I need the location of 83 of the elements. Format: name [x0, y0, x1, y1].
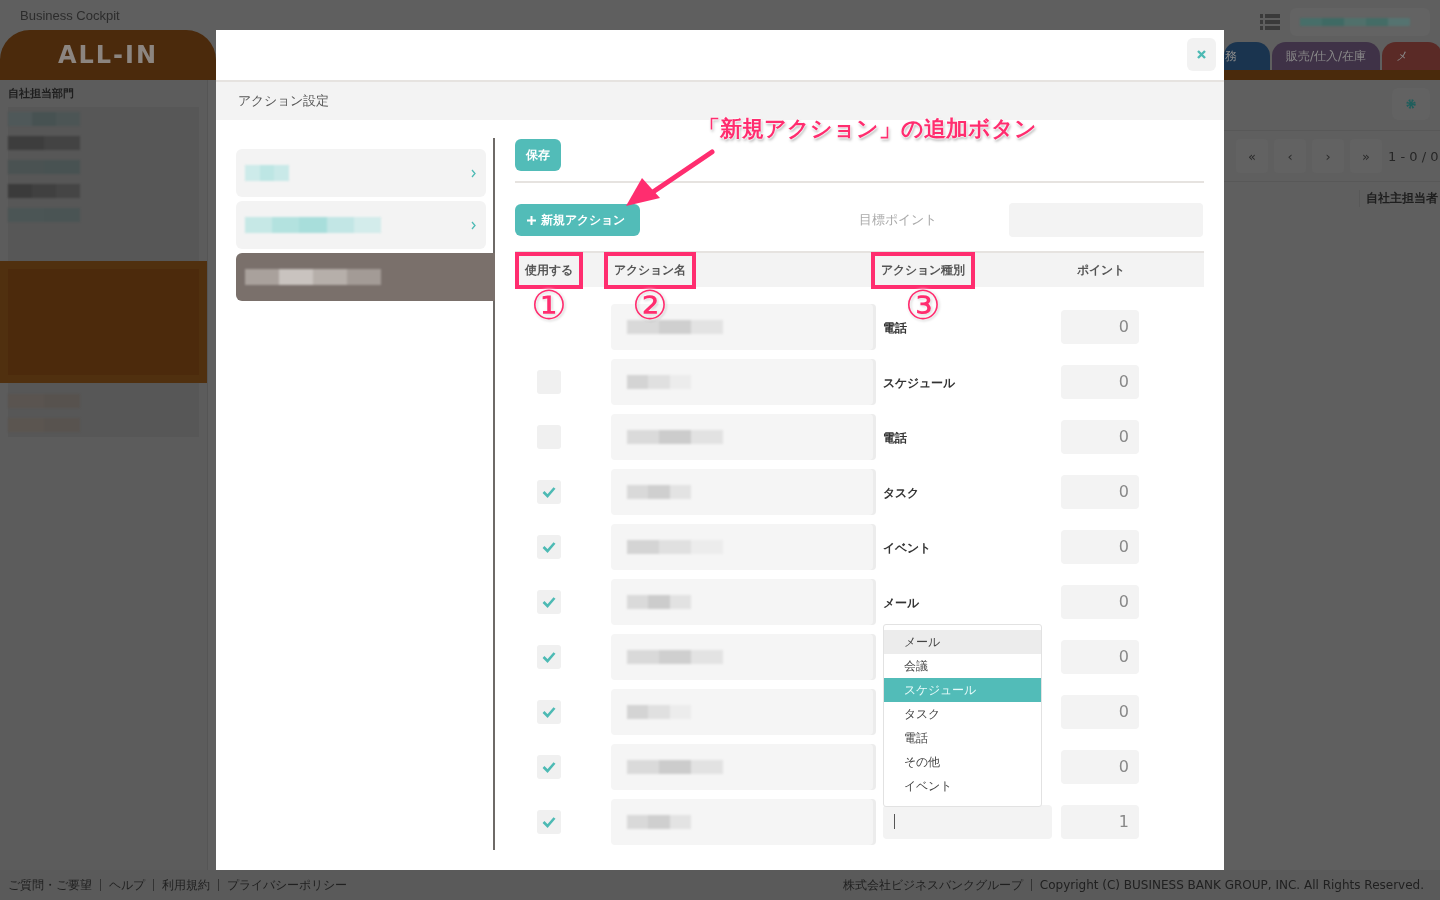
check-icon	[542, 540, 556, 553]
points-field[interactable]: 1	[1061, 804, 1139, 839]
dropdown-option[interactable]: タスク	[884, 702, 1041, 726]
name-field[interactable]	[611, 523, 873, 570]
checkbox[interactable]	[537, 534, 561, 559]
points-field[interactable]: 0	[1061, 309, 1139, 344]
name-field[interactable]	[611, 633, 873, 680]
dropdown-option[interactable]: イベント	[884, 774, 1041, 798]
blurred-text	[8, 184, 80, 198]
check-icon	[542, 650, 556, 663]
settings-icon	[1405, 98, 1417, 110]
check-icon	[542, 595, 556, 608]
dropdown-option[interactable]: スケジュール	[884, 678, 1041, 702]
checkbox[interactable]	[537, 754, 561, 779]
check-icon	[542, 485, 556, 498]
app-tab[interactable]: 販売/仕入/在庫	[1272, 42, 1381, 70]
action-type: タスク	[883, 485, 919, 500]
app-tab[interactable]: 務	[1224, 42, 1270, 70]
target-label: 目標ポイント	[859, 211, 938, 229]
blurred-text	[627, 374, 691, 389]
category-item[interactable]	[236, 253, 495, 301]
column-header: 自社主担当者	[1359, 190, 1438, 207]
blurred-text	[627, 484, 691, 499]
dropdown-option[interactable]: その他	[884, 750, 1041, 774]
action-type: 電話	[883, 430, 907, 445]
dropdown-option[interactable]: 会議	[884, 654, 1041, 678]
action-type: 電話	[883, 320, 907, 335]
page-range: 1 - 0 / 0	[1388, 148, 1439, 164]
check-icon	[542, 760, 556, 773]
blurred-text	[8, 136, 80, 150]
name-field[interactable]	[611, 468, 873, 515]
category-item[interactable]	[236, 149, 486, 197]
column-header: 使用する	[515, 251, 583, 289]
blurred-text	[245, 165, 289, 181]
sidebar-item[interactable]	[0, 261, 207, 383]
category-item[interactable]	[236, 201, 486, 249]
checkbox[interactable]	[537, 589, 561, 614]
callout-text: 「新規アクション」の追加ボタン	[698, 115, 1037, 143]
close-button[interactable]	[1187, 38, 1216, 71]
points-field[interactable]: 0	[1061, 749, 1139, 784]
name-field[interactable]	[611, 358, 873, 405]
points-field[interactable]: 0	[1061, 364, 1139, 399]
text-cursor	[894, 814, 895, 829]
checkbox[interactable]	[537, 644, 561, 669]
name-field[interactable]	[611, 798, 873, 845]
dialog-title: アクション設定	[238, 92, 329, 110]
points-field[interactable]: 0	[1061, 419, 1139, 454]
plus-icon	[527, 215, 536, 225]
column-header: ポイント	[1076, 261, 1126, 279]
save-button[interactable]: 保存	[515, 139, 561, 171]
name-field[interactable]	[611, 688, 873, 735]
action-type: イベント	[883, 540, 931, 555]
copyright-text: Copyright (C) BUSINESS BANK GROUP, INC. All Rights Reserved.	[1030, 879, 1432, 891]
name-field[interactable]	[611, 743, 873, 790]
close-icon	[1197, 50, 1206, 59]
app-tab[interactable]: メ	[1382, 42, 1440, 70]
check-icon	[542, 705, 556, 718]
checkbox[interactable]	[537, 699, 561, 724]
column-header: アクション名	[604, 251, 696, 289]
blurred-text	[627, 704, 691, 719]
sidebar-heading: 自社担当部門	[8, 86, 75, 101]
points-field[interactable]: 0	[1061, 584, 1139, 619]
name-field[interactable]	[611, 413, 873, 460]
dropdown-option[interactable]: メール	[884, 630, 1041, 654]
chevron-icon	[471, 220, 476, 230]
list-icon[interactable]	[1260, 14, 1280, 30]
checkbox[interactable]	[537, 809, 561, 834]
column-header: アクション種別	[871, 251, 975, 289]
user-field[interactable]	[1290, 8, 1430, 36]
blurred-text	[627, 594, 691, 609]
check-icon	[542, 815, 556, 828]
chevron-icon	[471, 168, 476, 178]
points-field[interactable]: 0	[1061, 529, 1139, 564]
points-field[interactable]: 0	[1061, 694, 1139, 729]
checkbox[interactable]	[537, 479, 561, 504]
name-field[interactable]	[611, 578, 873, 625]
action-type: メール	[883, 595, 919, 610]
blurred-text	[627, 814, 691, 829]
points-field[interactable]: 0	[1061, 639, 1139, 674]
dropdown-option[interactable]: 電話	[884, 726, 1041, 750]
new-action-button[interactable]: 新規アクション	[515, 204, 640, 236]
action-type: スケジュール	[883, 375, 955, 390]
points-field[interactable]: 0	[1061, 474, 1139, 509]
